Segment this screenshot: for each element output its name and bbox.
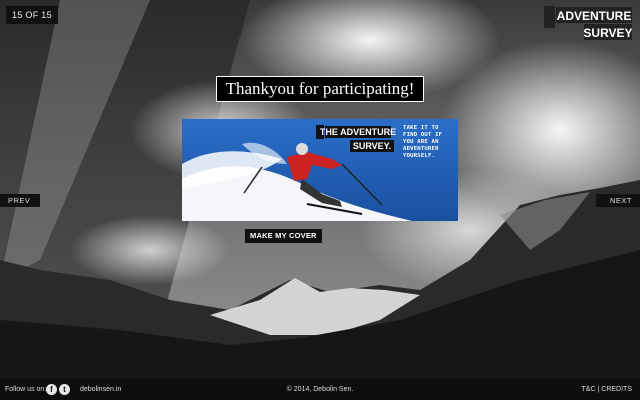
cover-brand-line1: THE ADVENTURE [320, 127, 396, 137]
cover-preview: THE THE ADVENTURE SURVEY. TAKE IT TO FIN… [182, 119, 458, 221]
terms-link[interactable]: T&C [582, 386, 596, 393]
footer-links: T&C | CREDITS [582, 386, 632, 393]
adventure-survey-logo: THE ADVENTURE SURVEY [544, 6, 632, 40]
make-my-cover-button[interactable]: MAKE MY COVER [245, 229, 322, 243]
svg-text:ADVENTURE: ADVENTURE [557, 9, 632, 23]
cover-brand-line2: SURVEY. [353, 141, 391, 151]
copyright-text: © 2014, Debolin Sen. [286, 386, 354, 393]
footer-separator: | [597, 386, 600, 393]
credits-link[interactable]: CREDITS [601, 386, 632, 393]
next-button[interactable]: NEXT [595, 194, 640, 207]
survey-stage: 15 OF 15 THE ADVENTURE SURVEY Thankyou f… [0, 0, 640, 400]
prev-button[interactable]: PREV [0, 194, 41, 207]
cover-tagline: TAKE IT TO FIND OUT IF YOU ARE AN ADVENT… [403, 125, 443, 159]
footer-bar: Follow us on: f t debolinsen.in © 2014, … [0, 379, 640, 400]
thank-you-heading: Thankyou for participating! [216, 76, 424, 102]
slide-counter: 15 OF 15 [6, 6, 58, 24]
svg-text:SURVEY: SURVEY [583, 26, 632, 40]
